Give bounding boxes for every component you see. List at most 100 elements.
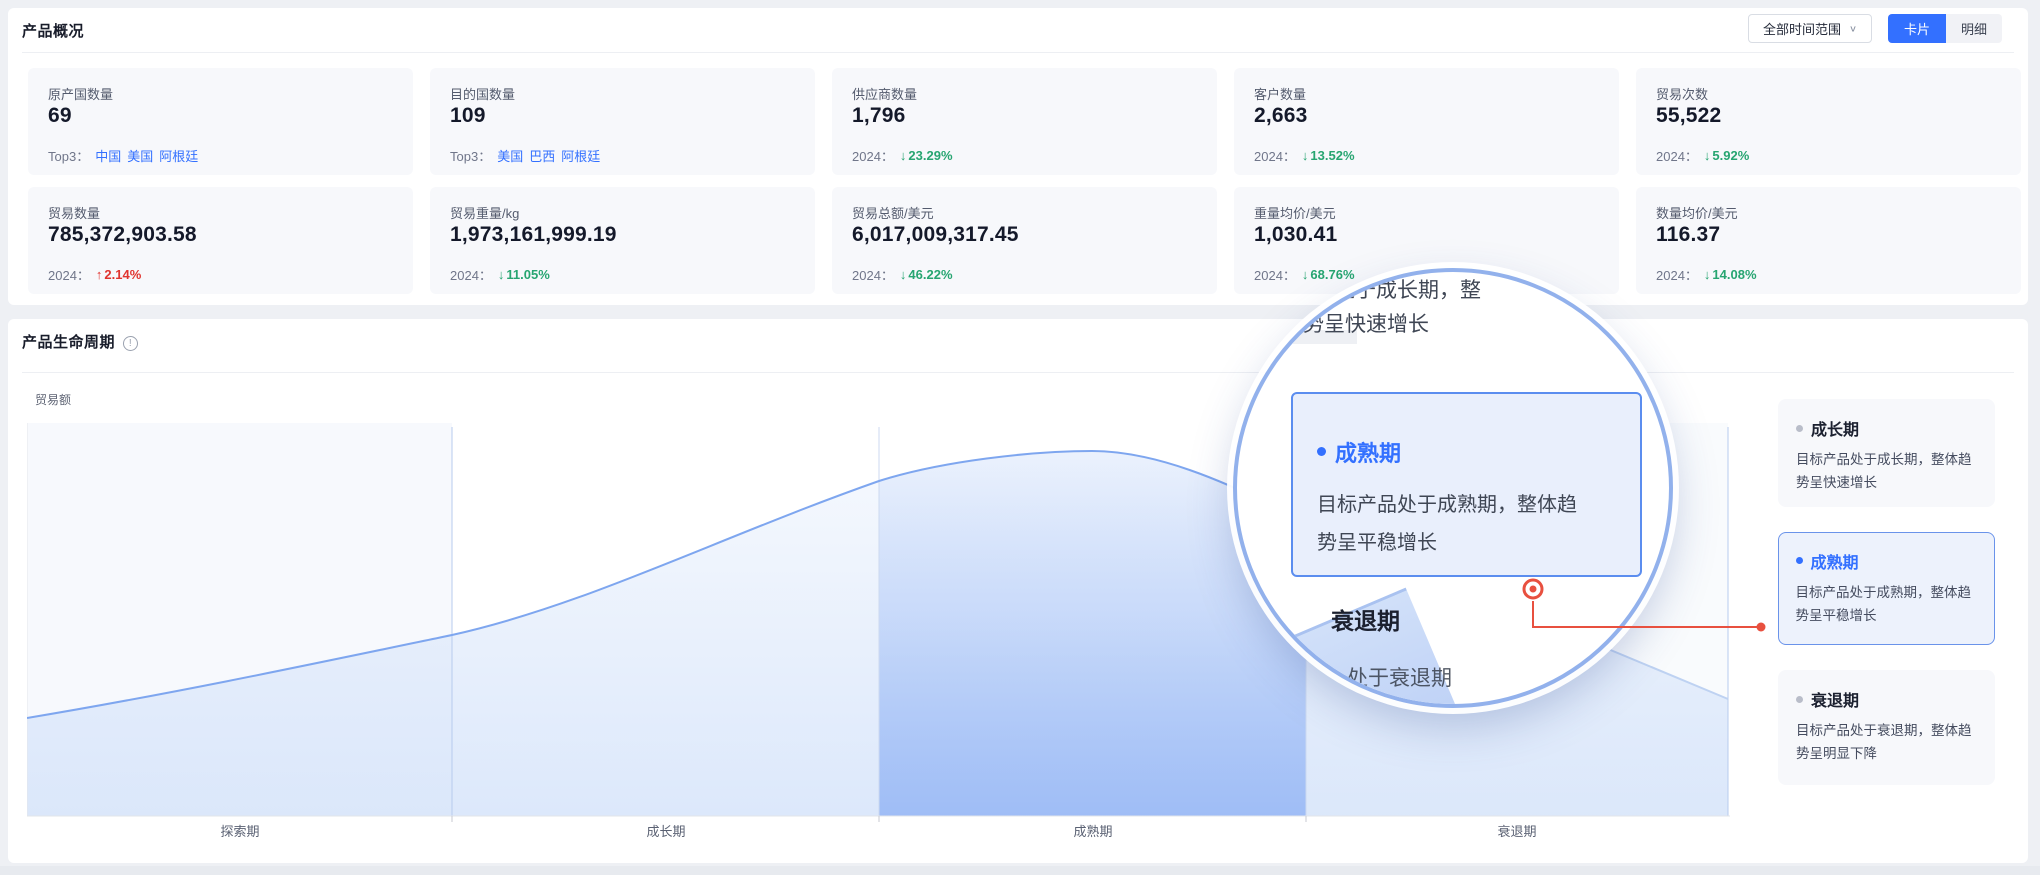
y-axis-label: 贸易额 (35, 391, 71, 408)
magnified-decline-text-fragment: 处于衰退期 (1347, 662, 1452, 692)
overview-divider (22, 52, 2014, 53)
chevron-down-icon: ∨ (1849, 23, 1857, 33)
stage-name: 成长期 (1811, 416, 1859, 440)
lifecycle-divider (22, 372, 2014, 373)
stat-value: 785,372,903.58 (48, 223, 197, 247)
stat-top3-row: Top3： 中国 美国 阿根廷 (48, 146, 198, 165)
year-prefix: 2024： (852, 146, 894, 165)
top3-link[interactable]: 中国 (95, 146, 121, 165)
stat-card-destination-countries: 目的国数量 109 Top3： 美国 巴西 阿根廷 (430, 68, 815, 175)
stat-card-trade-weight: 贸易重量/kg 1,973,161,999.19 2024： ↓11.05% (430, 187, 815, 294)
trend-down-icon: ↓ (1704, 148, 1711, 163)
trend-pct: 14.08% (1712, 267, 1756, 282)
stat-value: 69 (48, 104, 72, 128)
stat-trend-row: 2024： ↑2.14% (48, 265, 141, 284)
stat-label: 重量均价/美元 (1254, 203, 1336, 222)
product-overview-panel: 产品概况 全部时间范围 ∨ 卡片 明细 原产国数量 69 Top3： 中国 美国… (8, 8, 2028, 305)
stage-bullet-icon (1317, 447, 1326, 456)
stage-name: 衰退期 (1811, 687, 1859, 711)
trend-up-icon: ↑ (96, 267, 103, 282)
page-bottom-strip (0, 866, 2040, 875)
stage-head: 衰退期 (1796, 687, 1979, 711)
trend-pct: 2.14% (104, 267, 141, 282)
stage-desc: 目标产品处于成熟期，整体趋势呈平稳增长 (1796, 581, 1980, 627)
stat-card-customers: 客户数量 2,663 2024： ↓13.52% (1234, 68, 1619, 175)
trend-value: ↓23.29% (900, 148, 953, 163)
stage-bullet-icon (1796, 425, 1803, 432)
stat-trend-row: 2024： ↓13.52% (1254, 146, 1355, 165)
stat-trend-row: 2024： ↓5.92% (1656, 146, 1749, 165)
stat-label: 原产国数量 (48, 84, 113, 103)
stat-value: 6,017,009,317.45 (852, 223, 1019, 247)
magnifier-lens: 品处于成长期，整 势呈快速增长 成熟期 目标产品处于成熟期，整体趋 势呈平稳增长… (1233, 268, 1673, 708)
phase-label-mature: 成熟期 (1073, 821, 1112, 840)
trend-down-icon: ↓ (1704, 267, 1711, 282)
trend-pct: 5.92% (1712, 148, 1749, 163)
top3-link[interactable]: 美国 (127, 146, 153, 165)
view-toggle-card-button[interactable]: 卡片 (1888, 14, 1946, 43)
top3-link[interactable]: 阿根廷 (561, 146, 600, 165)
top3-prefix: Top3： (450, 146, 491, 165)
trend-value: ↓14.08% (1704, 267, 1757, 282)
stat-value: 2,663 (1254, 104, 1308, 128)
trend-down-icon: ↓ (1302, 267, 1309, 282)
trend-pct: 46.22% (908, 267, 952, 282)
stage-card-mature[interactable]: 成熟期 目标产品处于成熟期，整体趋势呈平稳增长 (1778, 532, 1995, 645)
trend-pct: 23.29% (908, 148, 952, 163)
stat-label: 目的国数量 (450, 84, 515, 103)
stat-label: 贸易次数 (1656, 84, 1708, 103)
phase-label-decline: 衰退期 (1497, 821, 1536, 840)
stat-card-trade-count: 贸易次数 55,522 2024： ↓5.92% (1636, 68, 2021, 175)
stat-value: 55,522 (1656, 104, 1721, 128)
trend-value: ↓13.52% (1302, 148, 1355, 163)
trend-down-icon: ↓ (900, 267, 907, 282)
top3-link[interactable]: 阿根廷 (159, 146, 198, 165)
lifecycle-title-text: 产品生命周期 (22, 334, 115, 351)
year-prefix: 2024： (48, 265, 90, 284)
stage-head: 成长期 (1796, 416, 1979, 440)
stage-head: 成熟期 (1796, 549, 1980, 573)
trend-value: ↑2.14% (96, 267, 141, 282)
year-prefix: 2024： (852, 265, 894, 284)
top3-prefix: Top3： (48, 146, 89, 165)
top3-link[interactable]: 巴西 (529, 146, 555, 165)
stage-desc: 目标产品处于成长期，整体趋势呈快速增长 (1796, 448, 1979, 494)
trend-pct: 11.05% (506, 267, 549, 282)
overview-title: 产品概况 (22, 20, 84, 41)
stat-trend-row: 2024： ↓11.05% (450, 265, 550, 284)
stat-label: 供应商数量 (852, 84, 917, 103)
year-prefix: 2024： (1656, 265, 1698, 284)
year-prefix: 2024： (1254, 265, 1296, 284)
trend-down-icon: ↓ (1302, 148, 1309, 163)
stat-card-origin-countries: 原产国数量 69 Top3： 中国 美国 阿根廷 (28, 68, 413, 175)
top3-link[interactable]: 美国 (497, 146, 523, 165)
magnified-decline-stage-name: 衰退期 (1331, 602, 1400, 636)
trend-value: ↓11.05% (498, 267, 550, 282)
stage-card-growth[interactable]: 成长期 目标产品处于成长期，整体趋势呈快速增长 (1778, 399, 1995, 507)
view-toggle-detail-button[interactable]: 明细 (1946, 14, 2002, 43)
stat-label: 贸易数量 (48, 203, 100, 222)
time-range-dropdown[interactable]: 全部时间范围 ∨ (1748, 14, 1872, 43)
year-prefix: 2024： (1254, 146, 1296, 165)
magnified-stage-desc-line: 势呈平稳增长 (1317, 526, 1437, 555)
stat-value: 116.37 (1656, 223, 1720, 247)
dashboard-page: { "overview": { "title": "产品概况", "time_f… (0, 0, 2040, 875)
stat-trend-row: 2024： ↓46.22% (852, 265, 953, 284)
trend-pct: 13.52% (1310, 148, 1354, 163)
stat-value: 1,973,161,999.19 (450, 223, 617, 247)
trend-down-icon: ↓ (900, 148, 907, 163)
stage-card-decline[interactable]: 衰退期 目标产品处于衰退期，整体趋势呈明显下降 (1778, 670, 1995, 785)
phase-label-growth: 成长期 (646, 821, 685, 840)
trend-down-icon: ↓ (498, 267, 505, 282)
stat-label: 数量均价/美元 (1656, 203, 1738, 222)
stage-desc: 目标产品处于衰退期，整体趋势呈明显下降 (1796, 719, 1979, 765)
product-lifecycle-panel: 产品生命周期! 贸易额 (8, 319, 2028, 863)
info-icon[interactable]: ! (123, 336, 138, 351)
stat-card-trade-amount: 贸易总额/美元 6,017,009,317.45 2024： ↓46.22% (832, 187, 1217, 294)
stat-top3-row: Top3： 美国 巴西 阿根廷 (450, 146, 600, 165)
year-prefix: 2024： (1656, 146, 1698, 165)
lifecycle-title: 产品生命周期! (22, 331, 138, 352)
stage-name: 成熟期 (1811, 549, 1859, 573)
stat-label: 贸易重量/kg (450, 203, 519, 222)
trend-value: ↓46.22% (900, 267, 953, 282)
